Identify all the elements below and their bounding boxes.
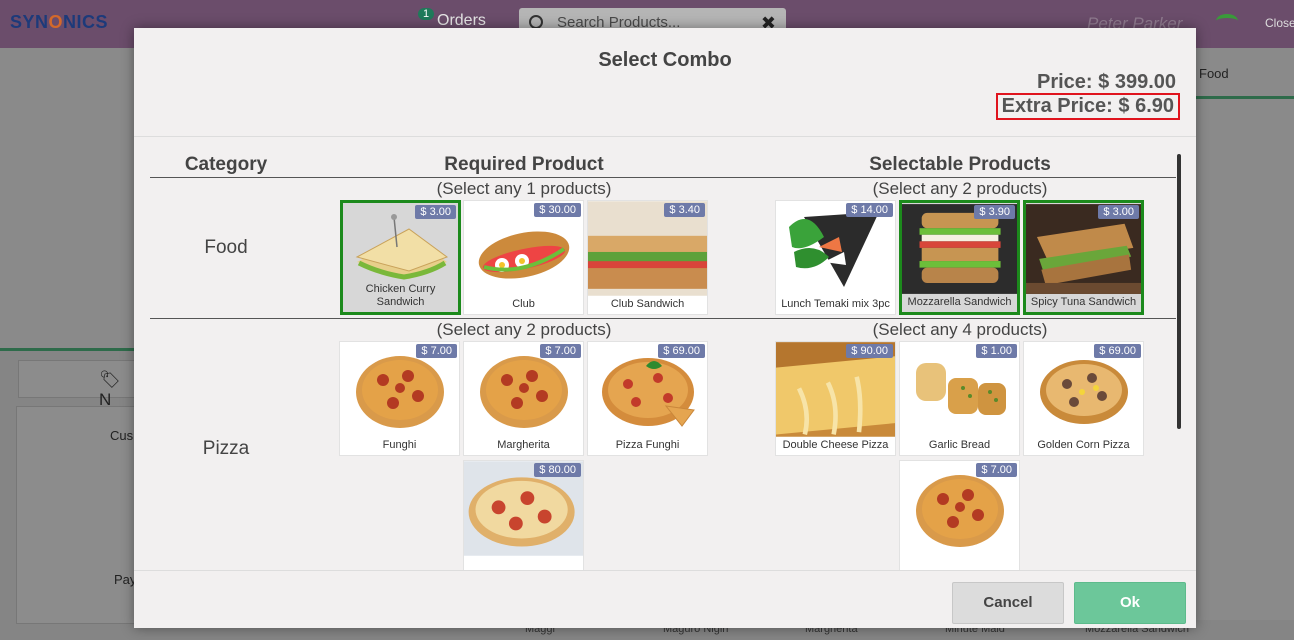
product-card[interactable]: $ 7.00 [899,460,1020,570]
tag-icon: 🏷 [99,370,121,389]
category-name: Pizza [202,438,250,459]
product-name: Spicy Tuna Sandwich [1030,296,1137,308]
ok-button[interactable]: Ok [1074,582,1186,624]
price-tag: $ 80.00 [534,463,581,477]
pizza-image [916,475,1004,547]
price-tag: $ 3.40 [664,203,705,217]
product-card[interactable]: $ 1.00 Garlic Bread [899,341,1020,456]
price-tag: $ 3.00 [415,205,456,219]
category-tab-food[interactable]: Food [1199,66,1229,81]
selectable-column-header: Selectable Products [869,154,1051,175]
product-card[interactable]: $ 3.00 Chicken Curry Sandwich [340,200,461,315]
combo-extra-price: Extra Price: $ 6.90 [995,93,1180,120]
search-icon [529,15,543,29]
company-logo: SYNONICS [10,12,109,32]
golden-corn-pizza-image [1040,360,1128,424]
product-name: Club [512,298,535,310]
product-card[interactable]: $ 3.40 Club Sandwich [587,200,708,315]
note-button[interactable]: 🏷 N [18,360,138,409]
price-tag: $ 30.00 [534,203,581,217]
product-name: Golden Corn Pizza [1037,439,1130,451]
product-name: Lunch Temaki mix 3pc [781,298,890,310]
product-card[interactable]: $ 69.00 Pizza Funghi [587,341,708,456]
product-card[interactable]: $ 80.00 [463,460,584,570]
price-tag: $ 1.00 [976,344,1017,358]
product-name: Margherita [497,439,550,451]
select-combo-dialog: Select Combo Price: $ 399.00 Extra Price… [134,28,1196,628]
pizza-image [480,356,568,428]
cancel-button[interactable]: Cancel [952,582,1064,624]
dialog-scrollbar[interactable] [1177,154,1181,429]
price-tag: $ 14.00 [846,203,893,217]
category-underline [1196,96,1294,99]
sandwich-image [355,214,449,280]
product-name: Garlic Bread [928,439,991,451]
header-divider [150,177,1176,178]
selectable-select-hint: (Select any 4 products) [872,320,1048,339]
product-name: Chicken Curry Sandwich [365,283,436,308]
product-name: Pizza Funghi [615,439,680,451]
close-session-button[interactable]: Close [1265,16,1294,30]
product-card[interactable]: $ 3.00 Spicy Tuna Sandwich [1023,200,1144,315]
dialog-footer: Cancel Ok [134,570,1196,628]
temaki-image [789,212,879,287]
price-tag: $ 69.00 [658,344,705,358]
product-card[interactable]: $ 90.00 Double Cheese Pizza [775,341,896,456]
price-tag: $ 69.00 [1094,344,1141,358]
product-card[interactable]: $ 14.00 Lunch Temaki mix 3pc [775,200,896,315]
category-column-header: Category [184,154,268,175]
price-tag: $ 3.90 [974,205,1015,219]
price-tag: $ 7.00 [976,463,1017,477]
product-card[interactable]: $ 7.00 Margherita [463,341,584,456]
required-select-hint: (Select any 1 products) [436,179,612,198]
price-tag: $ 7.00 [416,344,457,358]
product-card[interactable]: $ 3.90 Mozzarella Sandwich [899,200,1020,315]
product-name: Mozzarella Sandwich [907,296,1012,308]
product-card[interactable]: $ 30.00 Club [463,200,584,315]
category-name: Food [204,237,248,258]
pizza-funghi-image [602,358,695,427]
price-tag: $ 7.00 [540,344,581,358]
product-name: Double Cheese Pizza [782,439,889,451]
garlic-bread-image [916,363,1006,415]
product-card[interactable]: $ 69.00 Golden Corn Pizza [1023,341,1144,456]
club-image [478,231,570,279]
product-card[interactable]: $ 7.00 Funghi [339,341,460,456]
combo-price: Price: $ 399.00 [1037,71,1176,93]
row-divider [150,318,1176,319]
required-column-header: Required Product [444,154,604,175]
product-name: Funghi [382,439,417,451]
dialog-body: Category Required Product Selectable Pro… [134,138,1196,570]
dialog-title: Select Combo [598,49,732,71]
price-tag: $ 3.00 [1098,205,1139,219]
wifi-icon [1216,14,1238,28]
customer-label: Cus [110,428,134,443]
product-name: Club Sandwich [610,298,685,310]
required-select-hint: (Select any 2 products) [436,320,612,339]
selectable-select-hint: (Select any 2 products) [872,179,1048,198]
dialog-header: Select Combo Price: $ 399.00 Extra Price… [134,28,1196,137]
pizza-image [356,356,444,428]
price-tag: $ 90.00 [846,344,893,358]
